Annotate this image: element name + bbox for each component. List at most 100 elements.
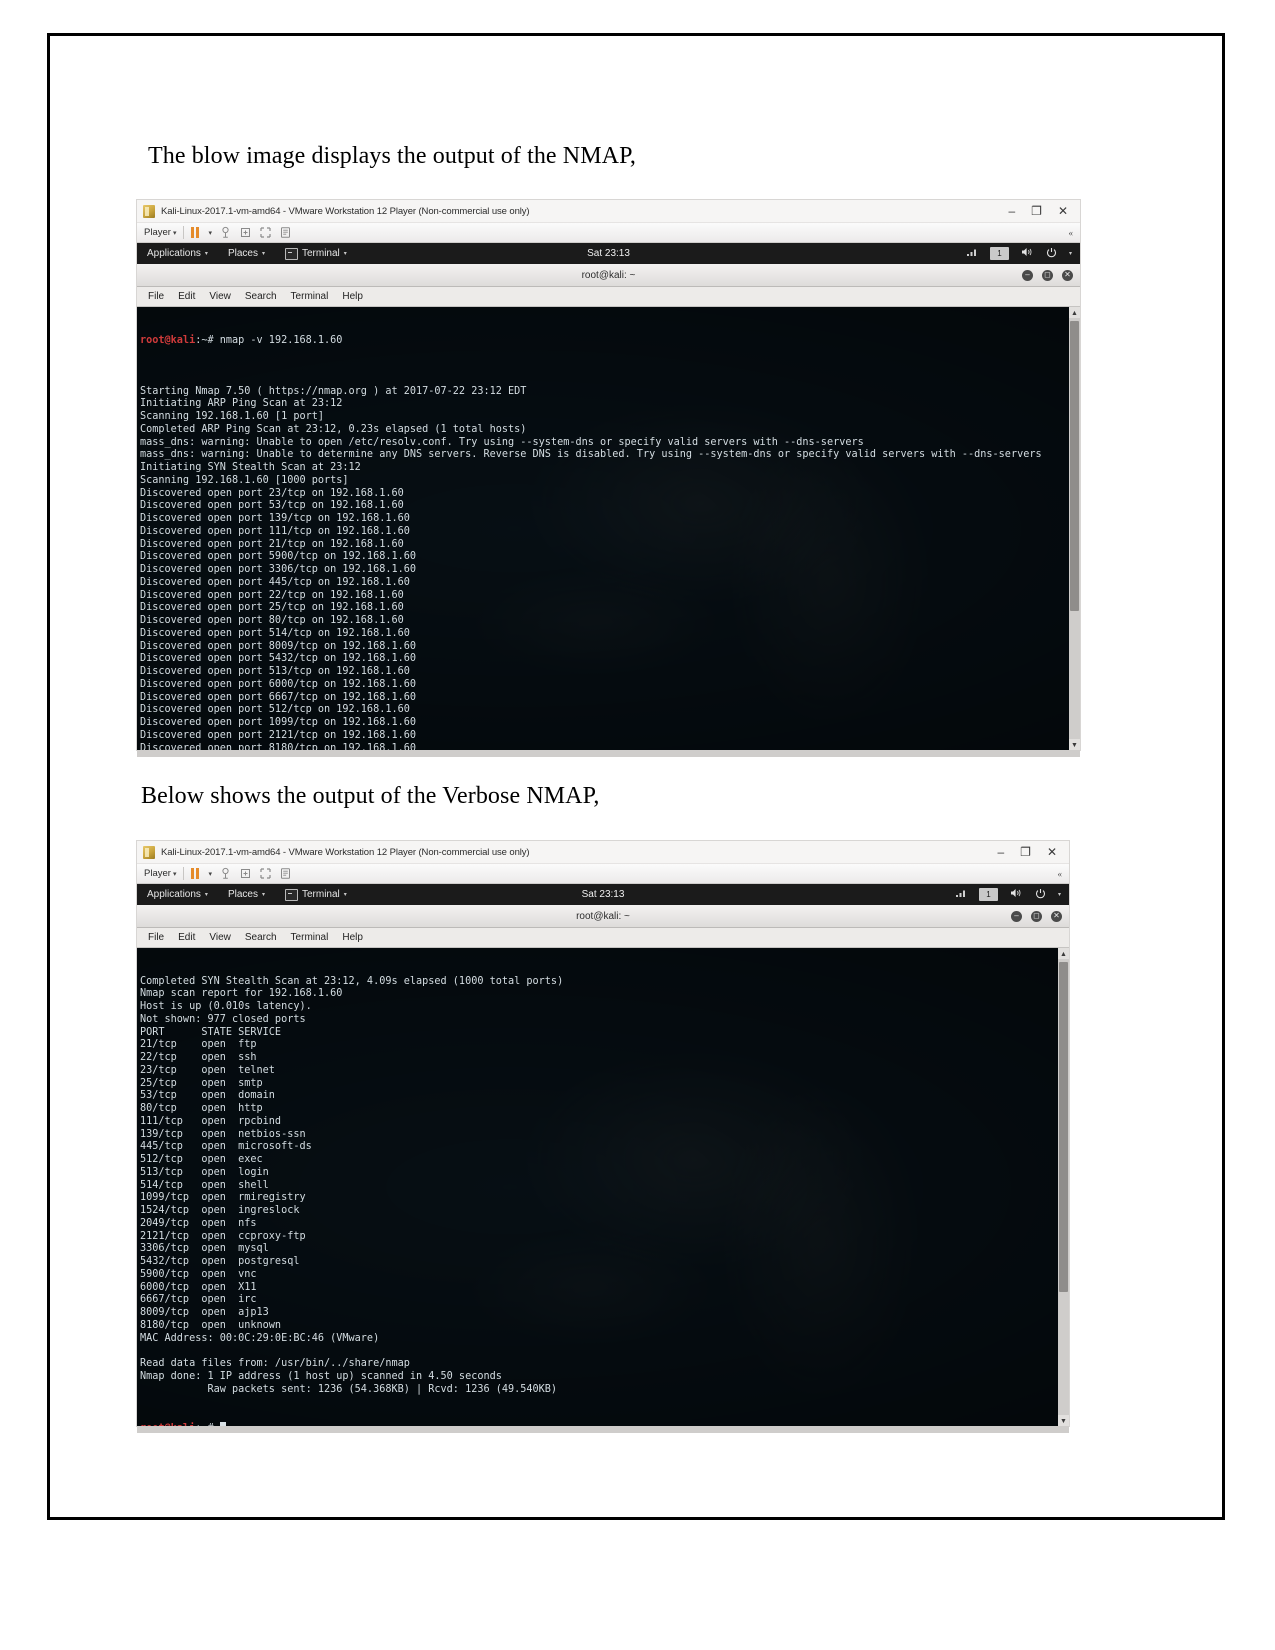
terminal-line: Nmap done: 1 IP address (1 host up) scan… — [140, 1370, 502, 1382]
scrollbar-thumb[interactable] — [1070, 321, 1079, 611]
menu-help[interactable]: Help — [342, 932, 363, 943]
minimize-icon[interactable]: – — [1022, 269, 1033, 281]
menu-help[interactable]: Help — [342, 291, 363, 302]
scroll-down-arrow-icon[interactable]: ▼ — [1069, 739, 1080, 750]
menu-terminal[interactable]: Terminal — [291, 291, 329, 302]
maximize-icon[interactable]: ◻ — [1031, 910, 1042, 922]
chevron-down-icon[interactable]: ▾ — [208, 229, 212, 237]
terminal-window-title: root@kali: ~ — [576, 910, 630, 922]
caret-down-icon[interactable]: ▾ — [1069, 250, 1072, 257]
chevron-down-icon[interactable]: ▾ — [208, 870, 212, 878]
terminal-line: Discovered open port 111/tcp on 192.168.… — [140, 525, 410, 537]
maximize-icon[interactable]: ◻ — [1042, 269, 1053, 281]
menu-edit[interactable]: Edit — [178, 291, 195, 302]
menu-terminal[interactable]: Terminal — [291, 932, 329, 943]
chevron-down-icon: ▾ — [261, 892, 265, 898]
send-key-icon[interactable] — [239, 226, 252, 239]
menu-search[interactable]: Search — [245, 932, 277, 943]
power-icon[interactable] — [1046, 247, 1057, 261]
pause-icon[interactable] — [191, 868, 200, 879]
terminal-scrollbar-2[interactable]: ▲ ▼ — [1058, 948, 1069, 1426]
terminal-cursor — [219, 1421, 226, 1426]
terminal-line: Initiating ARP Ping Scan at 23:12 — [140, 398, 343, 410]
menu-file[interactable]: File — [148, 932, 164, 943]
gnome-menu-applications[interactable]: Applications ▾ — [147, 889, 208, 900]
pause-icon[interactable] — [191, 227, 200, 238]
minimize-icon[interactable]: – — [997, 846, 1004, 858]
menu-view[interactable]: View — [209, 291, 231, 302]
menu-edit[interactable]: Edit — [178, 932, 195, 943]
restore-icon[interactable]: ❐ — [1020, 846, 1031, 858]
terminal-line: Discovered open port 23/tcp on 192.168.1… — [140, 487, 404, 499]
terminal-line: Discovered open port 3306/tcp on 192.168… — [140, 564, 417, 575]
terminal-line: Discovered open port 445/tcp on 192.168.… — [140, 576, 410, 588]
terminal-line: 6667/tcp open irc — [140, 1294, 257, 1306]
terminal-line: Discovered open port 22/tcp on 192.168.1… — [140, 589, 404, 601]
terminal-line: Scanning 192.168.1.60 [1000 ports] — [140, 474, 349, 486]
network-icon[interactable] — [955, 888, 967, 901]
workspace-badge[interactable]: 1 — [989, 247, 1009, 260]
fullscreen-icon[interactable] — [259, 867, 272, 880]
volume-icon[interactable] — [1021, 247, 1034, 260]
toolbar-collapse-icon[interactable]: « — [1069, 228, 1074, 238]
minimize-icon[interactable]: – — [1008, 205, 1015, 217]
toolbar-collapse-icon[interactable]: « — [1058, 869, 1063, 879]
close-icon[interactable]: ✕ — [1047, 846, 1057, 858]
toolbar-divider — [183, 867, 185, 880]
gnome-menu-terminal[interactable]: Terminal ▾ — [284, 888, 347, 901]
menu-file[interactable]: File — [148, 291, 164, 302]
vmware-window-title: Kali-Linux-2017.1-vm-amd64 - VMware Work… — [161, 205, 530, 217]
terminal-line: Discovered open port 6000/tcp on 192.168… — [140, 678, 417, 690]
usb-devices-icon[interactable] — [219, 867, 232, 880]
scroll-down-arrow-icon[interactable]: ▼ — [1058, 1415, 1069, 1426]
close-icon[interactable]: ✕ — [1051, 910, 1062, 922]
caret-down-icon[interactable]: ▾ — [1058, 891, 1061, 898]
chevron-down-icon: ▾ — [261, 251, 265, 257]
restore-icon[interactable]: ❐ — [1031, 205, 1042, 217]
fullscreen-icon[interactable] — [259, 226, 272, 239]
power-icon[interactable] — [1035, 888, 1046, 902]
workspace-badge[interactable]: 1 — [978, 888, 998, 901]
close-icon[interactable]: ✕ — [1062, 269, 1073, 281]
gnome-menu-terminal[interactable]: Terminal ▾ — [284, 247, 347, 260]
terminal-line: 512/tcp open exec — [140, 1154, 263, 1165]
scroll-up-arrow-icon[interactable]: ▲ — [1069, 307, 1080, 318]
terminal-line: 5432/tcp open postgresql — [140, 1256, 300, 1267]
terminal-screen-2[interactable]: Completed SYN Stealth Scan at 23:12, 4.0… — [137, 948, 1069, 1426]
document-page: The blow image displays the output of th… — [0, 0, 1275, 1650]
send-key-icon[interactable] — [239, 867, 252, 880]
terminal-line: 2049/tcp open nfs — [140, 1217, 257, 1229]
vmware-player-toolbar: Player ▾ ▾ « — [137, 863, 1069, 884]
terminal-line: Discovered open port 139/tcp on 192.168.… — [140, 513, 410, 524]
volume-icon[interactable] — [1010, 888, 1023, 901]
menu-search[interactable]: Search — [245, 291, 277, 302]
terminal-line: Nmap scan report for 192.168.1.60 — [140, 988, 343, 1000]
scrollbar-thumb[interactable] — [1059, 962, 1068, 1292]
terminal-line: 5900/tcp open vnc — [140, 1268, 257, 1280]
terminal-screen-1[interactable]: root@kali:~# nmap -v 192.168.1.60 Starti… — [137, 307, 1080, 750]
close-icon[interactable]: ✕ — [1058, 205, 1068, 217]
terminal-line: 2121/tcp open ccproxy-ftp — [140, 1230, 306, 1242]
vmware-window-title: Kali-Linux-2017.1-vm-amd64 - VMware Work… — [161, 846, 530, 858]
gnome-menu-places[interactable]: Places ▾ — [228, 248, 265, 259]
menu-view[interactable]: View — [209, 932, 231, 943]
panel-clock: Sat 23:13 — [581, 889, 625, 900]
terminal-scrollbar-1[interactable]: ▲ ▼ — [1069, 307, 1080, 750]
player-menu-button[interactable]: Player ▾ — [144, 227, 176, 238]
player-menu-button[interactable]: Player ▾ — [144, 868, 176, 879]
scroll-up-arrow-icon[interactable]: ▲ — [1058, 948, 1069, 959]
terminal-line: 21/tcp open ftp — [140, 1039, 257, 1051]
snapshot-icon[interactable] — [279, 867, 292, 880]
prompt-user: root@kali — [140, 334, 196, 346]
terminal-line: 514/tcp open shell — [140, 1179, 269, 1191]
usb-devices-icon[interactable] — [219, 226, 232, 239]
network-icon[interactable] — [966, 247, 978, 260]
gnome-menu-applications[interactable]: Applications ▾ — [147, 248, 208, 259]
gnome-menu-places[interactable]: Places ▾ — [228, 889, 265, 900]
caption-nmap-output: The blow image displays the output of th… — [148, 143, 636, 169]
chevron-down-icon: ▾ — [204, 892, 208, 898]
minimize-icon[interactable]: – — [1011, 910, 1022, 922]
terminal-line: 22/tcp open ssh — [140, 1052, 257, 1063]
snapshot-icon[interactable] — [279, 226, 292, 239]
chevron-down-icon: ▾ — [343, 892, 347, 898]
